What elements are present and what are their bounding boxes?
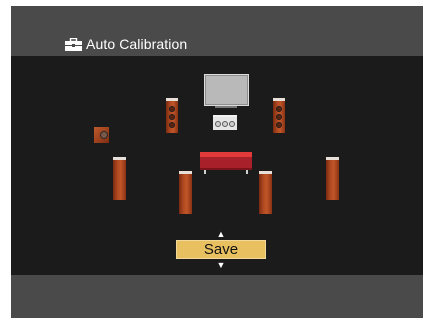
header-bar: Auto Calibration [11, 6, 423, 56]
speaker-layout: ▲ Save ▼ [11, 56, 423, 275]
surround-back-left-speaker-icon [179, 171, 192, 214]
save-button[interactable]: Save [176, 240, 266, 259]
front-right-speaker-icon [273, 98, 285, 133]
couch-leg-left [204, 170, 206, 174]
page-title-row: Auto Calibration [65, 35, 187, 53]
footer-bar [11, 275, 423, 318]
down-arrow-icon[interactable]: ▼ [216, 261, 226, 270]
tv-icon [204, 74, 249, 106]
page-title: Auto Calibration [86, 36, 188, 52]
tv-stand [215, 106, 237, 108]
surround-left-speaker-icon [113, 157, 126, 200]
couch-seat [200, 157, 252, 170]
center-speaker-icon [213, 115, 237, 130]
toolbox-icon [65, 37, 82, 51]
calibration-screen: Auto Calibration ▲ Save ▼ [11, 6, 423, 318]
couch-leg-right [246, 170, 248, 174]
surround-right-speaker-icon [326, 157, 339, 200]
up-arrow-icon[interactable]: ▲ [216, 230, 226, 239]
surround-back-right-speaker-icon [259, 171, 272, 214]
front-left-speaker-icon [166, 98, 178, 133]
subwoofer-icon [94, 127, 109, 143]
